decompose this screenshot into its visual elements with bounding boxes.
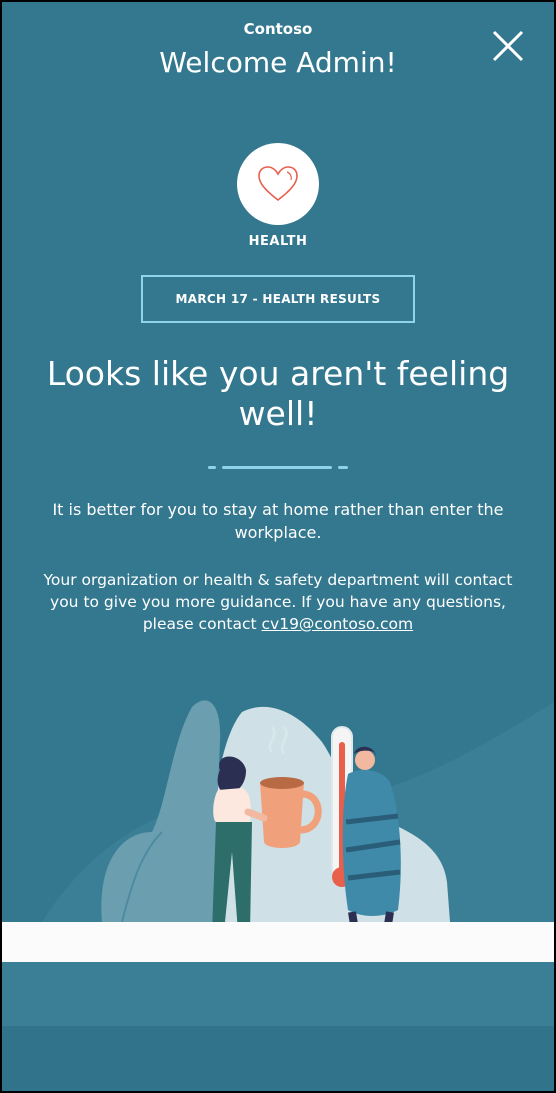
close-icon bbox=[492, 30, 524, 62]
welcome-title: Welcome Admin! bbox=[159, 46, 397, 79]
category-label: HEALTH bbox=[248, 234, 308, 249]
app-name: Contoso bbox=[243, 20, 313, 38]
health-results-screen: Contoso Welcome Admin! HEALTH MARCH 17 -… bbox=[0, 0, 556, 1093]
health-category-badge bbox=[237, 143, 319, 225]
footer-band-lower bbox=[2, 1026, 554, 1091]
unwell-illustration bbox=[42, 700, 554, 942]
result-headline: Looks like you aren't feeling well! bbox=[46, 354, 510, 433]
contact-email-link[interactable]: cv19@contoso.com bbox=[262, 615, 414, 633]
results-date-label: MARCH 17 - HEALTH RESULTS bbox=[141, 275, 415, 323]
close-button[interactable] bbox=[490, 28, 526, 64]
advice-text: It is better for you to stay at home rat… bbox=[52, 500, 504, 542]
footer-band bbox=[2, 962, 554, 1026]
contact-text: Your organization or health & safety dep… bbox=[42, 569, 514, 635]
heart-icon bbox=[258, 166, 298, 202]
illustration-ground bbox=[2, 922, 554, 962]
section-divider bbox=[208, 466, 348, 469]
